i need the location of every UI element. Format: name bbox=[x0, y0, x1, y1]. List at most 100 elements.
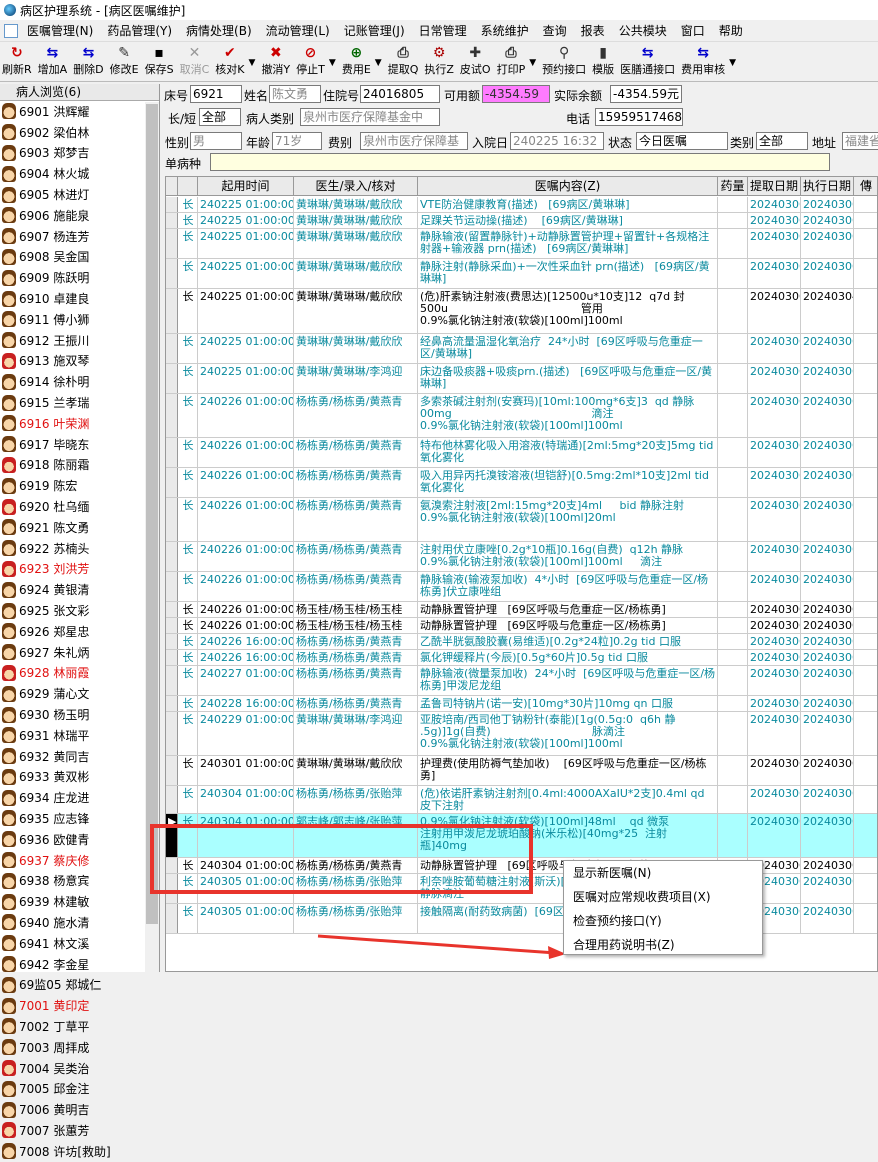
patient-item[interactable]: 6927 朱礼炳 bbox=[0, 642, 159, 663]
context-menu-item[interactable]: 显示新医嘱(N) bbox=[564, 861, 762, 885]
order-row[interactable]: 长 240227 01:00:00 杨栋勇/杨栋勇/黄燕青 静脉输液(微量泵加收) 2… bbox=[166, 666, 877, 696]
dropdown-arrow-icon[interactable]: ▼ bbox=[375, 58, 382, 68]
patient-item[interactable]: 7006 黄明吉 bbox=[0, 1099, 159, 1120]
order-row[interactable]: 长 240225 01:00:00 黄琳琳/黄琳琳/戴欣欣 (危)肝素钠注射液(费思达… bbox=[166, 289, 877, 334]
toolbar-button[interactable]: ✖ 撤消Y bbox=[259, 44, 292, 78]
patient-item[interactable]: 6942 李金星 bbox=[0, 954, 159, 975]
toolbar-button[interactable]: ⚲ 预约接口 bbox=[540, 44, 588, 78]
menu-item[interactable]: 药品管理(Y) bbox=[100, 22, 179, 39]
patient-item[interactable]: 7005 邱金注 bbox=[0, 1078, 159, 1099]
dropdown-arrow-icon[interactable]: ▼ bbox=[249, 58, 256, 68]
disease-field[interactable] bbox=[210, 153, 830, 171]
toolbar-button[interactable]: ⇆ 增加A bbox=[36, 44, 70, 78]
phone-field[interactable]: 15959517468 bbox=[595, 108, 683, 126]
order-row[interactable]: 长 240225 01:00:00 黄琳琳/黄琳琳/李鸿迎 床边备吸痰器+吸痰prn.… bbox=[166, 364, 877, 394]
menu-item[interactable]: 医嘱管理(N) bbox=[20, 22, 100, 39]
toolbar-button[interactable]: ⊕ 费用E bbox=[340, 44, 373, 78]
patient-item[interactable]: 6931 林瑞平 bbox=[0, 725, 159, 746]
column-header[interactable]: 药量 bbox=[718, 177, 748, 195]
menu-item[interactable]: 窗口 bbox=[674, 22, 712, 39]
patient-item[interactable]: 6928 林丽霞 bbox=[0, 663, 159, 684]
longshort-select[interactable]: 全部 bbox=[199, 108, 241, 126]
patient-item[interactable]: 6908 吴金国 bbox=[0, 247, 159, 268]
order-row[interactable]: 长 240304 01:00:00 杨栋勇/杨栋勇/张贻萍 (危)依诺肝素钠注射剂[0… bbox=[166, 786, 877, 814]
menu-item[interactable]: 查询 bbox=[536, 22, 574, 39]
order-row[interactable]: 长 240226 01:00:00 杨栋勇/杨栋勇/黄燕青 静脉输液(输液泵加收) 4… bbox=[166, 572, 877, 602]
patient-item[interactable]: 6918 陈丽霜 bbox=[0, 455, 159, 476]
name-field[interactable]: 陈文勇 bbox=[269, 85, 321, 103]
patient-item[interactable]: 6916 叶荣渊 bbox=[0, 413, 159, 434]
patient-item[interactable]: 6936 欧健青 bbox=[0, 829, 159, 850]
order-row[interactable]: 长 240226 01:00:00 杨栋勇/杨栋勇/黄燕青 氨溴索注射液[2ml:15… bbox=[166, 498, 877, 542]
patient-item[interactable]: 6904 林火城 bbox=[0, 163, 159, 184]
toolbar-button[interactable]: ⚙ 执行Z bbox=[422, 44, 456, 78]
toolbar-button[interactable]: ↻ 刷新R bbox=[0, 44, 34, 78]
patient-item[interactable]: 69监05 郑城仁 bbox=[0, 974, 159, 995]
order-row[interactable]: 长 240301 01:00:00 黄琳琳/黄琳琳/戴欣欣 护理费(使用防褥气垫加收)… bbox=[166, 756, 877, 786]
age-field[interactable]: 71岁 bbox=[272, 132, 322, 150]
context-menu-item[interactable]: 医嘱对应常规收费项目(X) bbox=[564, 885, 762, 909]
toolbar-button[interactable]: ▮ 模版 bbox=[590, 44, 616, 78]
patient-item[interactable]: 6933 黄双彬 bbox=[0, 767, 159, 788]
order-row[interactable]: 长 240228 16:00:00 杨栋勇/杨栋勇/黄燕青 孟鲁司特钠片(诺一安)[1… bbox=[166, 696, 877, 712]
toolbar-button[interactable]: ▪ 保存S bbox=[143, 44, 176, 78]
column-header[interactable]: 医嘱内容(Z) bbox=[418, 177, 718, 195]
toolbar-button[interactable]: ⇆ 医膳通接口 bbox=[618, 44, 677, 78]
context-menu-item[interactable]: 检查预约接口(Y) bbox=[564, 909, 762, 933]
patient-item[interactable]: 6917 毕晓东 bbox=[0, 434, 159, 455]
patient-item[interactable]: 6910 卓建良 bbox=[0, 288, 159, 309]
patient-item[interactable]: 7001 黄印定 bbox=[0, 995, 159, 1016]
cat-select[interactable]: 全部 bbox=[756, 132, 808, 150]
toolbar-button[interactable]: ✎ 修改E bbox=[108, 44, 141, 78]
order-row[interactable]: 长 240226 16:00:00 杨栋勇/杨栋勇/黄燕青 氯化钾缓释片(今辰)[0.… bbox=[166, 650, 877, 666]
patient-item[interactable]: 6930 杨玉明 bbox=[0, 704, 159, 725]
scrollbar-thumb[interactable] bbox=[146, 104, 158, 924]
patient-item[interactable]: 6912 王振川 bbox=[0, 330, 159, 351]
patient-item[interactable]: 6915 兰孝瑞 bbox=[0, 392, 159, 413]
order-row[interactable]: 长 240225 01:00:00 黄琳琳/黄琳琳/戴欣欣 静脉注射(静脉采血)+一次… bbox=[166, 259, 877, 289]
patient-item[interactable]: 6906 施能泉 bbox=[0, 205, 159, 226]
patient-item[interactable]: 7007 张蕙芳 bbox=[0, 1120, 159, 1141]
patient-item[interactable]: 7008 许坊[救助] bbox=[0, 1141, 159, 1162]
patient-item[interactable]: 7004 吴类治 bbox=[0, 1058, 159, 1079]
toolbar-button[interactable]: ⇆ 删除D bbox=[71, 44, 105, 78]
patient-item[interactable]: 6920 杜乌缅 bbox=[0, 496, 159, 517]
patient-item[interactable]: 6913 施双琴 bbox=[0, 351, 159, 372]
order-row[interactable]: 长 240225 01:00:00 黄琳琳/黄琳琳/戴欣欣 静脉输液(留置静脉针)+动… bbox=[166, 229, 877, 259]
order-row[interactable]: 长 240229 01:00:00 黄琳琳/黄琳琳/李鸿迎 亚胺培南/西司他丁钠粉针(… bbox=[166, 712, 877, 756]
patient-item[interactable]: 6924 黄银清 bbox=[0, 579, 159, 600]
patient-item[interactable]: 6926 郑星忠 bbox=[0, 621, 159, 642]
column-header[interactable] bbox=[166, 177, 178, 195]
order-row[interactable]: 长 240225 01:00:00 黄琳琳/黄琳琳/戴欣欣 VTE防治健康教育(描述)… bbox=[166, 197, 877, 213]
patient-item[interactable]: 6921 陈文勇 bbox=[0, 517, 159, 538]
patient-item[interactable]: 6925 张文彩 bbox=[0, 600, 159, 621]
menu-item[interactable]: 公共模块 bbox=[612, 22, 674, 39]
menu-item[interactable]: 流动管理(L) bbox=[259, 22, 337, 39]
patient-item[interactable]: 6939 林建敏 bbox=[0, 891, 159, 912]
patient-item[interactable]: 7003 周拝成 bbox=[0, 1037, 159, 1058]
patient-item[interactable]: 6907 杨连芳 bbox=[0, 226, 159, 247]
patient-item[interactable]: 6937 蔡庆修 bbox=[0, 850, 159, 871]
state-select[interactable]: 今日医嘱 bbox=[636, 132, 728, 150]
toolbar-button[interactable]: ✔ 核对K bbox=[213, 44, 246, 78]
column-header[interactable]: 提取日期 bbox=[748, 177, 801, 195]
bed-field[interactable]: 6921 bbox=[190, 85, 242, 103]
patient-item[interactable]: 6929 蒲心文 bbox=[0, 683, 159, 704]
dropdown-arrow-icon[interactable]: ▼ bbox=[729, 58, 736, 68]
patient-item[interactable]: 6903 郑梦吉 bbox=[0, 143, 159, 164]
toolbar-button[interactable]: ⎙ 提取Q bbox=[386, 44, 421, 78]
patient-item[interactable]: 6905 林进灯 bbox=[0, 184, 159, 205]
patient-item[interactable]: 6922 苏楠头 bbox=[0, 538, 159, 559]
menu-item[interactable]: 记账管理(J) bbox=[337, 22, 412, 39]
sex-field[interactable]: 男 bbox=[190, 132, 242, 150]
order-row[interactable]: 长 240226 01:00:00 杨栋勇/杨栋勇/黄燕青 特布他林雾化吸入用溶液(特… bbox=[166, 438, 877, 468]
order-row[interactable]: 长 240225 01:00:00 黄琳琳/黄琳琳/戴欣欣 经鼻高流量温湿化氧治疗 2… bbox=[166, 334, 877, 364]
toolbar-button[interactable]: ✚ 皮试O bbox=[458, 44, 493, 78]
patient-item[interactable]: 6902 梁伯林 bbox=[0, 122, 159, 143]
patient-item[interactable]: 6940 施水清 bbox=[0, 912, 159, 933]
column-header[interactable] bbox=[178, 177, 198, 195]
column-header[interactable]: 傳 bbox=[854, 177, 877, 195]
patient-item[interactable]: 6914 徐朴明 bbox=[0, 371, 159, 392]
menu-item[interactable]: 日常管理 bbox=[412, 22, 474, 39]
patient-item[interactable]: 6935 应志锋 bbox=[0, 808, 159, 829]
